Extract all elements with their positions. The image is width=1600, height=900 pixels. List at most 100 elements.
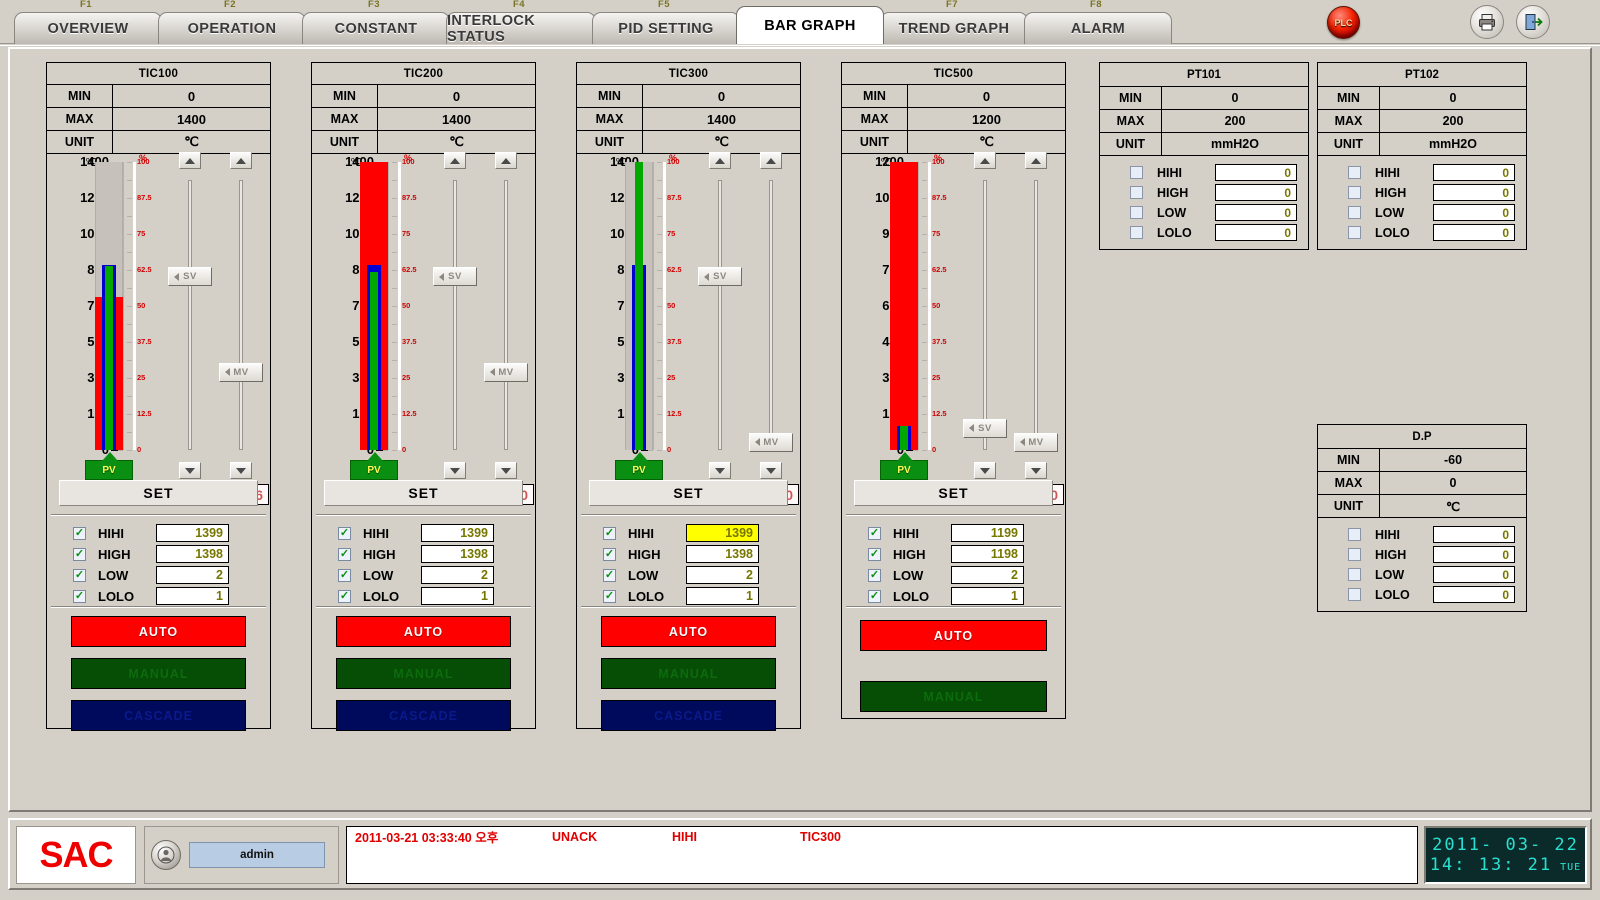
mv-slider-track[interactable] [504,180,508,450]
alarm-setpoint-input[interactable]: 0 [1433,224,1515,241]
alarm-enable-checkbox[interactable]: ✓ [338,568,351,582]
alarm-setpoint-input[interactable]: 1399 [686,524,759,542]
tab-constant[interactable]: CONSTANT [302,12,450,44]
alarm-enable-checkbox[interactable]: ✓ [338,589,351,603]
mv-increase-button[interactable] [760,152,782,169]
alarm-enable-checkbox[interactable] [1348,166,1361,179]
alarm-enable-checkbox[interactable]: ✓ [73,526,86,540]
mv-slider-track[interactable] [239,180,243,450]
sv-slider-track[interactable] [453,180,457,450]
alarm-setpoint-input[interactable]: 1398 [686,545,759,563]
mode-button-auto[interactable]: AUTO [860,620,1047,651]
tab-overview[interactable]: OVERVIEW [14,12,162,44]
set-button[interactable]: SET [324,480,523,506]
sv-increase-button[interactable] [179,152,201,169]
alarm-enable-checkbox[interactable] [1348,568,1361,581]
alarm-enable-checkbox[interactable] [1348,186,1361,199]
alarm-setpoint-input[interactable]: 0 [1433,184,1515,201]
alarm-setpoint-input[interactable]: 0 [1215,164,1297,181]
mode-button-cascade[interactable]: CASCADE [336,700,511,731]
alarm-enable-checkbox[interactable]: ✓ [868,547,881,561]
sv-slider-thumb[interactable]: SV [963,418,1007,438]
mv-increase-button[interactable] [1025,152,1047,169]
alarm-setpoint-input[interactable]: 0 [1215,224,1297,241]
mode-button-cascade[interactable]: CASCADE [71,700,246,731]
mv-slider-track[interactable] [1034,180,1038,450]
logged-in-user[interactable]: admin [189,842,325,868]
plc-status-lamp[interactable]: PLC [1327,6,1360,39]
alarm-enable-checkbox[interactable]: ✓ [338,526,351,540]
alarm-setpoint-input[interactable]: 2 [686,566,759,584]
alarm-setpoint-input[interactable]: 1 [421,587,494,605]
alarm-enable-checkbox[interactable] [1348,548,1361,561]
set-button[interactable]: SET [854,480,1053,506]
alarm-setpoint-input[interactable]: 2 [951,566,1024,584]
alarm-setpoint-input[interactable]: 1 [686,587,759,605]
alarm-enable-checkbox[interactable] [1130,226,1143,239]
mv-slider-track[interactable] [769,180,773,450]
mode-button-manual[interactable]: MANUAL [336,658,511,689]
alarm-enable-checkbox[interactable]: ✓ [338,547,351,561]
tab-interlock-status[interactable]: INTERLOCK STATUS [446,12,596,45]
alarm-log-row[interactable]: 2011-03-21 03:33:40 오후 UNACK HIHI TIC300 [347,827,1417,846]
alarm-enable-checkbox[interactable]: ✓ [603,589,616,603]
sv-increase-button[interactable] [974,152,996,169]
alarm-enable-checkbox[interactable]: ✓ [73,547,86,561]
mv-slider-thumb[interactable]: MV [1014,432,1058,452]
sv-increase-button[interactable] [709,152,731,169]
alarm-setpoint-input[interactable]: 1198 [951,545,1024,563]
alarm-setpoint-input[interactable]: 1398 [156,545,229,563]
mv-slider-thumb[interactable]: MV [219,362,263,382]
mv-slider-thumb[interactable]: MV [484,362,528,382]
mode-button-auto[interactable]: AUTO [601,616,776,647]
tab-trend-graph[interactable]: TREND GRAPH [880,12,1028,44]
mode-button-auto[interactable]: AUTO [71,616,246,647]
sv-slider-thumb[interactable]: SV [698,267,742,287]
alarm-enable-checkbox[interactable] [1130,186,1143,199]
alarm-setpoint-input[interactable]: 0 [1433,566,1515,583]
mode-button-manual[interactable]: MANUAL [860,681,1047,712]
alarm-enable-checkbox[interactable]: ✓ [868,526,881,540]
mode-button-manual[interactable]: MANUAL [71,658,246,689]
alarm-enable-checkbox[interactable] [1348,528,1361,541]
tab-bar-graph[interactable]: BAR GRAPH [736,6,884,44]
sv-slider-track[interactable] [718,180,722,450]
alarm-enable-checkbox[interactable]: ✓ [73,589,86,603]
alarm-enable-checkbox[interactable] [1348,588,1361,601]
tab-pid-setting[interactable]: PID SETTING [592,12,740,44]
alarm-enable-checkbox[interactable] [1130,166,1143,179]
alarm-enable-checkbox[interactable]: ✓ [868,568,881,582]
alarm-setpoint-input[interactable]: 2 [156,566,229,584]
exit-button[interactable] [1516,5,1550,39]
alarm-setpoint-input[interactable]: 1398 [421,545,494,563]
alarm-enable-checkbox[interactable]: ✓ [603,547,616,561]
alarm-enable-checkbox[interactable] [1130,206,1143,219]
sv-slider-track[interactable] [188,180,192,450]
mv-increase-button[interactable] [230,152,252,169]
alarm-enable-checkbox[interactable] [1348,226,1361,239]
sv-increase-button[interactable] [444,152,466,169]
sv-slider-thumb[interactable]: SV [168,267,212,287]
alarm-setpoint-input[interactable]: 0 [1215,184,1297,201]
alarm-setpoint-input[interactable]: 1399 [421,524,494,542]
alarm-enable-checkbox[interactable]: ✓ [868,589,881,603]
alarm-setpoint-input[interactable]: 1399 [156,524,229,542]
alarm-enable-checkbox[interactable]: ✓ [603,568,616,582]
alarm-enable-checkbox[interactable]: ✓ [603,526,616,540]
set-button[interactable]: SET [589,480,788,506]
mode-button-auto[interactable]: AUTO [336,616,511,647]
sv-slider-thumb[interactable]: SV [433,267,477,287]
tab-alarm[interactable]: ALARM [1024,12,1172,44]
mv-increase-button[interactable] [495,152,517,169]
mv-slider-thumb[interactable]: MV [749,432,793,452]
alarm-setpoint-input[interactable]: 1199 [951,524,1024,542]
alarm-setpoint-input[interactable]: 0 [1433,526,1515,543]
alarm-setpoint-input[interactable]: 2 [421,566,494,584]
mode-button-cascade[interactable]: CASCADE [601,700,776,731]
alarm-setpoint-input[interactable]: 0 [1433,204,1515,221]
alarm-setpoint-input[interactable]: 1 [951,587,1024,605]
alarm-setpoint-input[interactable]: 1 [156,587,229,605]
set-button[interactable]: SET [59,480,258,506]
alarm-enable-checkbox[interactable]: ✓ [73,568,86,582]
alarm-enable-checkbox[interactable] [1348,206,1361,219]
